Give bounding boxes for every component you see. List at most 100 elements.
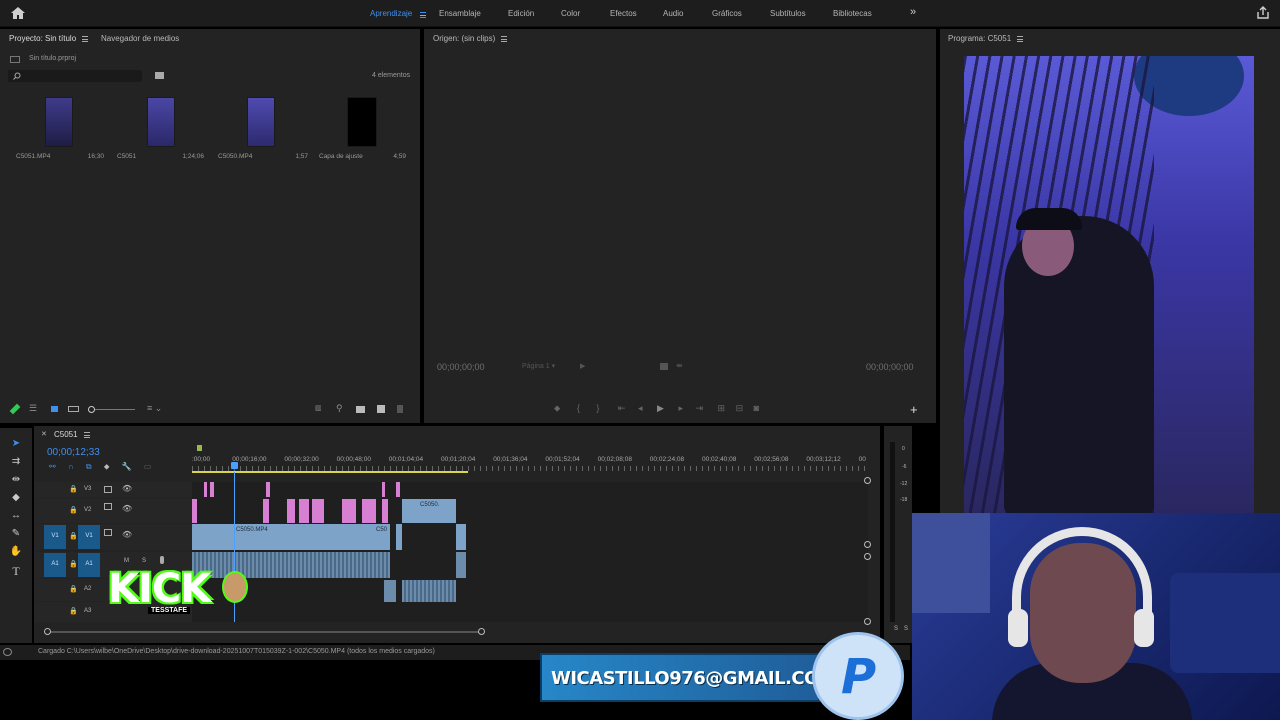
nest-icon[interactable]: ⚯ <box>49 462 56 471</box>
eye-icon[interactable]: 👁 <box>122 530 132 539</box>
pencil-icon[interactable] <box>9 403 21 415</box>
v-scroll-handle[interactable] <box>864 618 871 625</box>
export-frame-icon[interactable]: ◙ <box>754 403 759 413</box>
time-ruler[interactable]: :00;00 00;00;16;00 00;00;32;00 00;00;48;00 0… <box>192 445 868 473</box>
go-to-in-icon[interactable]: ⇤ <box>618 403 626 413</box>
icon-view-icon[interactable] <box>51 406 58 412</box>
mute-button[interactable]: M <box>124 558 129 564</box>
more-workspaces-icon[interactable]: » <box>910 6 916 18</box>
home-icon[interactable] <box>10 6 26 20</box>
source-patch-v1[interactable]: V1 <box>44 525 66 549</box>
clip-v3[interactable] <box>396 482 400 497</box>
folder-icon[interactable] <box>356 406 365 413</box>
media-item[interactable]: C5051 1;24;06 <box>112 92 210 166</box>
selection-tool-icon[interactable]: ➤ <box>9 438 23 452</box>
clip-v2[interactable] <box>287 499 295 523</box>
clip-v2[interactable] <box>312 499 324 523</box>
clip-a2-audio[interactable] <box>384 580 396 602</box>
mic-icon[interactable] <box>160 556 164 564</box>
ripple-edit-icon[interactable]: ⇹ <box>9 474 23 488</box>
workspace-tab[interactable]: Bibliotecas <box>833 9 872 18</box>
clip-v1[interactable] <box>396 524 402 550</box>
workspace-tab[interactable]: Audio <box>663 9 683 18</box>
trash-icon[interactable] <box>397 405 403 413</box>
clip-v2[interactable] <box>362 499 376 523</box>
scroll-handle-left[interactable] <box>44 628 51 635</box>
captions-icon[interactable]: ▭ <box>144 462 152 471</box>
clip-v1-c5050[interactable]: C5050.MP4 C50 <box>192 524 390 550</box>
eye-icon[interactable]: 👁 <box>122 504 132 513</box>
tab-sequence[interactable]: C5051 <box>54 430 90 439</box>
razor-icon[interactable]: ◆ <box>9 492 23 506</box>
new-item-icon[interactable] <box>377 405 385 413</box>
pen-icon[interactable]: ✎ <box>9 528 23 542</box>
lock-icon[interactable]: 🔒 <box>69 560 78 568</box>
workspace-tab[interactable]: Aprendizaje <box>370 9 412 18</box>
workspace-tab[interactable]: Edición <box>508 9 534 18</box>
solo-button[interactable]: S <box>142 558 146 564</box>
clip-v2[interactable] <box>342 499 356 523</box>
wrench-icon[interactable]: 🔧 <box>122 462 132 471</box>
program-title[interactable]: Programa: C5051 <box>948 34 1024 43</box>
workspace-tab[interactable]: Efectos <box>610 9 637 18</box>
source-title[interactable]: Origen: (sin clips) <box>433 34 508 43</box>
add-marker-icon[interactable]: ⬥ <box>554 403 560 413</box>
snap-icon[interactable]: ∩ <box>68 462 74 471</box>
lock-icon[interactable]: 🔒 <box>69 485 78 493</box>
clip-a1-audio[interactable] <box>456 552 466 578</box>
media-item[interactable]: Capa de ajuste 4;59 <box>314 92 412 166</box>
mark-in-icon[interactable]: { <box>577 403 580 413</box>
clip-v2-c5050[interactable]: C5050. <box>402 499 456 523</box>
share-icon[interactable] <box>1256 6 1270 20</box>
play-small-icon[interactable]: ▶ <box>580 362 585 370</box>
lock-icon[interactable]: 🔒 <box>69 607 78 615</box>
new-bin-icon[interactable] <box>155 72 164 79</box>
play-icon[interactable]: ▶ <box>657 403 664 413</box>
clip-a2-audio[interactable] <box>402 580 456 602</box>
list-view-icon[interactable]: ☰ <box>29 403 37 414</box>
overwrite-icon[interactable]: ⊟ <box>736 403 744 413</box>
clip-v3[interactable] <box>266 482 270 497</box>
add-button-icon[interactable]: + <box>910 402 918 417</box>
go-to-out-icon[interactable]: ⇥ <box>695 403 703 413</box>
solo-left-button[interactable]: S <box>894 626 898 632</box>
clip-v3[interactable] <box>204 482 207 497</box>
workspace-tab[interactable]: Gráficos <box>712 9 742 18</box>
mark-out-icon[interactable]: } <box>596 403 599 413</box>
scroll-handle-right[interactable] <box>478 628 485 635</box>
insert-icon[interactable]: ⊞ <box>718 403 726 413</box>
type-tool-icon[interactable]: T <box>9 564 23 578</box>
workspace-tab[interactable]: Ensamblaje <box>439 9 481 18</box>
sync-lock-icon[interactable] <box>104 486 112 493</box>
freeform-view-icon[interactable] <box>68 406 79 412</box>
panel-menu-icon[interactable] <box>501 35 508 42</box>
eye-icon[interactable]: 👁 <box>122 484 132 493</box>
linked-icon[interactable]: ⧉ <box>86 462 92 471</box>
track-target-a1[interactable]: A1 <box>78 553 100 577</box>
settings-small-icon[interactable]: ⇼ <box>676 361 683 370</box>
workspace-tab[interactable]: Color <box>561 9 580 18</box>
step-forward-icon[interactable]: ▸ <box>678 403 683 413</box>
clip-v1[interactable] <box>456 524 466 550</box>
slip-icon[interactable]: ↔ <box>9 510 23 524</box>
sync-lock-icon[interactable] <box>104 503 112 510</box>
lock-icon[interactable]: 🔒 <box>69 532 78 540</box>
automate-icon[interactable]: ▥ <box>315 404 322 412</box>
search-input[interactable] <box>8 70 142 82</box>
safe-margins-icon[interactable] <box>660 363 668 370</box>
panel-menu-icon[interactable] <box>1017 35 1024 42</box>
playhead-timecode[interactable]: 00;00;12;33 <box>47 447 100 458</box>
lock-icon[interactable]: 🔒 <box>69 506 78 514</box>
lock-icon[interactable]: 🔒 <box>69 585 78 593</box>
track-target-v1[interactable]: V1 <box>78 525 100 549</box>
v-scroll-handle[interactable] <box>864 553 871 560</box>
hand-icon[interactable]: ✋ <box>9 546 23 560</box>
zoom-slider-handle[interactable] <box>88 406 95 413</box>
panel-menu-icon[interactable] <box>83 431 90 438</box>
sort-icon[interactable]: ≡ ⌄ <box>147 403 162 414</box>
zoom-slider[interactable] <box>88 406 135 413</box>
workspace-tab[interactable]: Subtítulos <box>770 9 806 18</box>
clip-v2[interactable] <box>382 499 388 523</box>
media-item[interactable]: C5050.MP4 1;57 <box>214 92 312 166</box>
media-item[interactable]: C5051.MP4 16;30 <box>10 92 108 166</box>
